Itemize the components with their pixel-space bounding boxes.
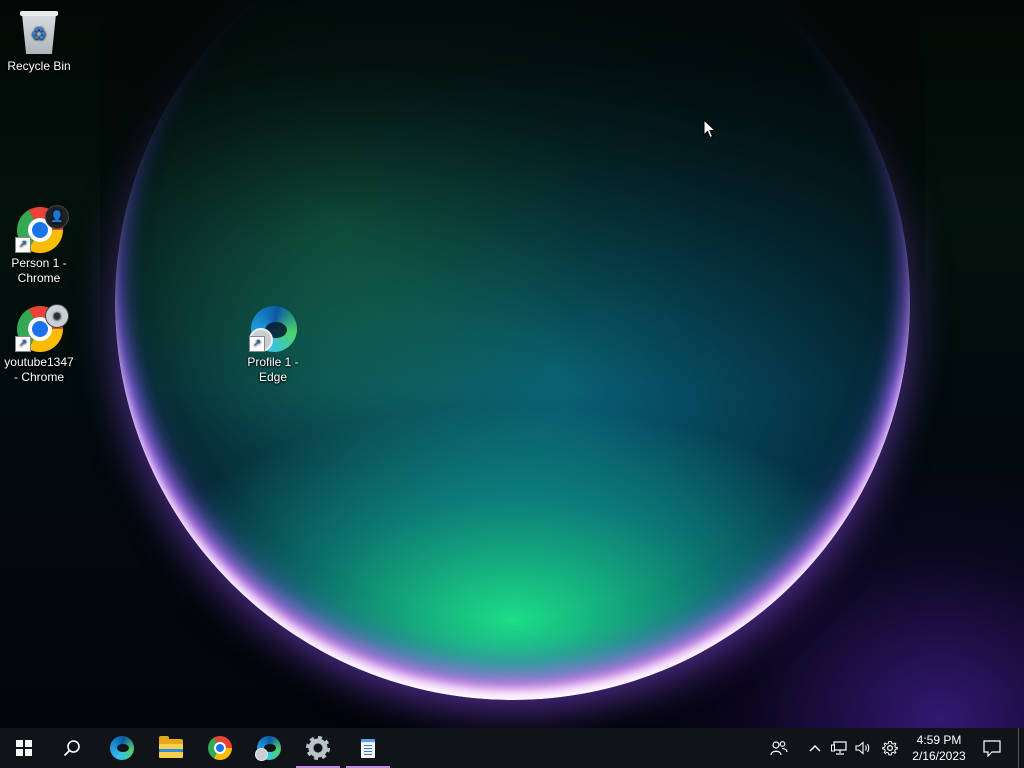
- profile-badge-icon: 👤: [45, 205, 69, 229]
- windows-logo-icon: [16, 740, 32, 756]
- taskbar-file-explorer[interactable]: [147, 728, 195, 768]
- chrome-icon: 👤 ↗: [15, 205, 69, 253]
- taskbar-chrome[interactable]: [196, 728, 244, 768]
- chrome-icon: [208, 736, 232, 760]
- desktop-wallpaper: [0, 0, 1024, 728]
- profile-badge-icon: ☻: [45, 304, 69, 328]
- show-desktop-button[interactable]: [1018, 728, 1024, 768]
- network-button[interactable]: [828, 728, 850, 768]
- edge-icon: ↗: [249, 304, 297, 352]
- gear-icon: [306, 736, 330, 760]
- recycle-bin-icon: ♻: [15, 8, 63, 56]
- clock-date: 2/16/2023: [912, 749, 966, 763]
- gear-icon: [882, 741, 898, 756]
- show-hidden-icons-button[interactable]: [805, 728, 825, 768]
- taskbar-edge-profile[interactable]: [245, 728, 293, 768]
- search-button[interactable]: [48, 728, 96, 768]
- network-icon: [831, 741, 847, 755]
- taskbar-edge[interactable]: [98, 728, 146, 768]
- start-button[interactable]: [0, 728, 48, 768]
- taskbar-settings[interactable]: [294, 728, 342, 768]
- folder-icon: [159, 735, 183, 758]
- taskbar: 4:59 PM 2/16/2023: [0, 728, 1024, 768]
- people-icon: [770, 741, 788, 756]
- desktop-icon-person1-chrome[interactable]: 👤 ↗ Person 1 - Chrome: [1, 205, 77, 286]
- edge-profile-icon: [255, 736, 281, 761]
- shortcut-arrow-icon: ↗: [15, 237, 31, 253]
- shortcut-arrow-icon: ↗: [249, 336, 265, 352]
- volume-icon: [854, 741, 869, 755]
- volume-button[interactable]: [852, 728, 874, 768]
- desktop-icon-youtube1347-chrome[interactable]: ☻ ↗ youtube1347 - Chrome: [1, 304, 77, 385]
- clock-time: 4:59 PM: [916, 733, 962, 747]
- mouse-cursor-icon: [703, 119, 717, 139]
- chevron-up-icon: [809, 745, 821, 752]
- desktop-icon-profile1-edge[interactable]: ↗ Profile 1 - Edge: [235, 304, 311, 385]
- shortcut-arrow-icon: ↗: [15, 336, 31, 352]
- action-center-button[interactable]: [978, 728, 1006, 768]
- settings-tray-button[interactable]: [878, 728, 902, 768]
- chrome-icon: ☻ ↗: [15, 304, 69, 352]
- desktop-icon-recycle-bin[interactable]: ♻ Recycle Bin: [1, 8, 77, 74]
- taskbar-notepad[interactable]: [344, 728, 392, 768]
- edge-icon: [110, 736, 134, 760]
- clock[interactable]: 4:59 PM 2/16/2023: [905, 728, 973, 768]
- notepad-icon: [361, 738, 375, 758]
- search-icon: [63, 740, 80, 757]
- desktop-icon-label: Person 1 - Chrome: [11, 256, 67, 285]
- desktop-icon-label: youtube1347 - Chrome: [4, 355, 74, 384]
- desktop-icon-label: Recycle Bin: [7, 59, 71, 73]
- notification-icon: [983, 739, 1001, 757]
- people-button[interactable]: [765, 728, 793, 768]
- desktop-icon-label: Profile 1 - Edge: [247, 355, 299, 384]
